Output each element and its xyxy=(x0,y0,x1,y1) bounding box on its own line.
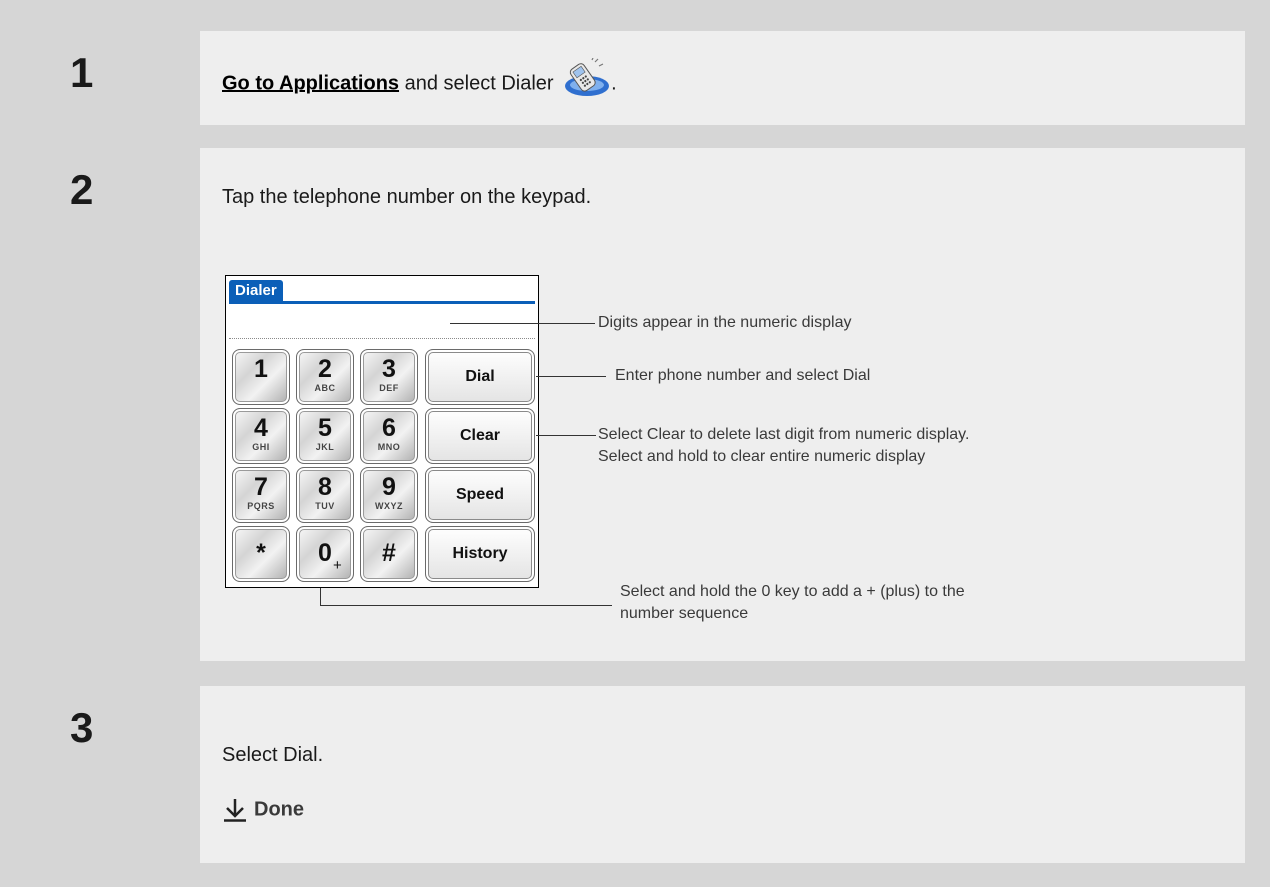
callout-line-clear xyxy=(536,435,596,436)
history-button[interactable]: History xyxy=(425,526,535,582)
step-number-box: 2 xyxy=(37,148,200,661)
key-4[interactable]: 4 GHI xyxy=(232,408,290,464)
done-label: Done xyxy=(254,798,304,821)
instruction-trailing: . xyxy=(611,72,617,95)
step-instruction: Go to Applications and select Dialer . xyxy=(222,57,617,104)
dial-button[interactable]: Dial xyxy=(425,349,535,405)
step-instruction: Select Dial. xyxy=(222,744,324,766)
dialer-phone-icon xyxy=(559,57,611,98)
callout-display: Digits appear in the numeric display xyxy=(598,314,852,331)
plus-sign: + xyxy=(333,557,342,574)
step-number: 1 xyxy=(70,49,94,96)
key-1[interactable]: 1 xyxy=(232,349,290,405)
step-3: 3 Select Dial. Done xyxy=(37,686,1245,863)
step-instruction: Tap the telephone number on the keypad. xyxy=(222,186,592,208)
step-number-box: 1 xyxy=(37,31,200,125)
key-hash[interactable]: # xyxy=(360,526,418,582)
key-8[interactable]: 8 TUV xyxy=(296,467,354,523)
callout-line-dial xyxy=(536,376,606,377)
step-number-box: 3 xyxy=(37,686,200,863)
callout-dial: Enter phone number and select Dial xyxy=(615,367,871,384)
dialer-title: Dialer xyxy=(229,280,283,302)
key-0[interactable]: 0 + xyxy=(296,526,354,582)
callout-line-display xyxy=(450,323,595,324)
numeric-display xyxy=(229,338,535,339)
step-number: 3 xyxy=(70,704,94,751)
title-underline xyxy=(229,301,535,304)
down-arrow-icon xyxy=(222,798,248,822)
key-7[interactable]: 7 PQRS xyxy=(232,467,290,523)
dialer-screen: Dialer 1 2 ABC 3 DEF 4 GHI 5 JKL 6 MNO 7 PQRS … xyxy=(225,275,539,588)
key-5[interactable]: 5 JKL xyxy=(296,408,354,464)
key-6[interactable]: 6 MNO xyxy=(360,408,418,464)
step-1: 1 Go to Applications and select Dialer . xyxy=(37,31,1245,125)
key-9[interactable]: 9 WXYZ xyxy=(360,467,418,523)
key-2[interactable]: 2 ABC xyxy=(296,349,354,405)
step-2: 2 Tap the telephone number on the keypad… xyxy=(37,148,1245,661)
instruction-text: and select Dialer xyxy=(399,72,554,95)
go-to-applications-link[interactable]: Go to Applications xyxy=(222,72,399,94)
step-body: Select Dial. Done xyxy=(200,686,1245,863)
clear-button[interactable]: Clear xyxy=(425,408,535,464)
callout-zero-key: Select and hold the 0 key to add a + (pl… xyxy=(620,583,965,622)
callout-line-zero-vert xyxy=(320,588,321,606)
key-3[interactable]: 3 DEF xyxy=(360,349,418,405)
key-star[interactable]: * xyxy=(232,526,290,582)
speed-button[interactable]: Speed xyxy=(425,467,535,523)
callout-clear: Select Clear to delete last digit from n… xyxy=(598,426,970,465)
step-body: Go to Applications and select Dialer . xyxy=(200,31,1245,125)
done-marker: Done xyxy=(222,798,304,822)
step-number: 2 xyxy=(70,166,94,213)
step-body: Tap the telephone number on the keypad. … xyxy=(200,148,1245,661)
callout-line-zero-horiz xyxy=(320,605,612,606)
